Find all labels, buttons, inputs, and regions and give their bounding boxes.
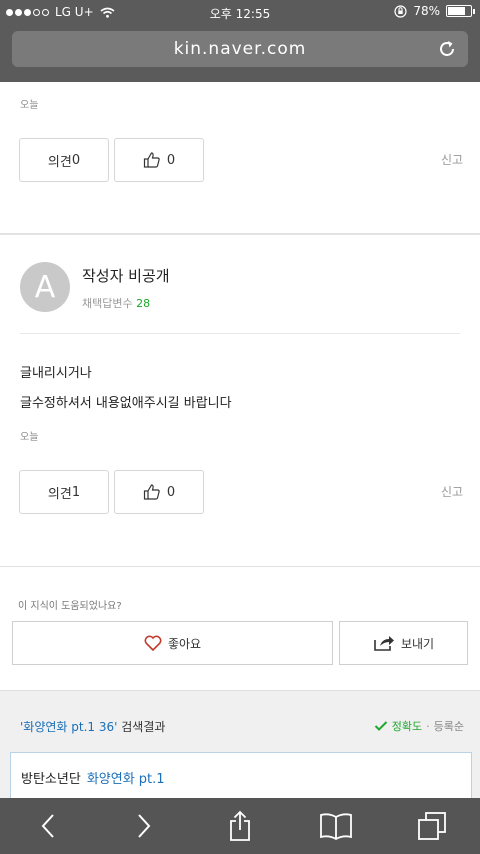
comment-count: 0 bbox=[71, 152, 81, 168]
book-icon bbox=[320, 813, 352, 840]
comment-count: 1 bbox=[71, 484, 81, 500]
author-meta: 채택답변수 28 bbox=[82, 295, 150, 311]
sort-options: 정확도 · 등록순 bbox=[374, 718, 464, 734]
answer-date: 오늘 bbox=[20, 100, 39, 111]
answer-date: 오늘 bbox=[20, 432, 39, 443]
address-bar[interactable]: kin.naver.com bbox=[12, 31, 468, 67]
thumbs-up-icon bbox=[143, 152, 160, 168]
browser-chrome: LG U+ 오후 12:55 78% kin.naver.com bbox=[0, 0, 480, 82]
share-page-button[interactable] bbox=[192, 798, 288, 854]
share-button[interactable]: 보내기 bbox=[339, 621, 468, 665]
answer-text-line-2: 글수정하셔서 내용없애주시길 바랍니다 bbox=[20, 396, 232, 411]
reload-icon[interactable] bbox=[436, 38, 458, 60]
answer-text-line-1: 글내리시거나 bbox=[20, 366, 92, 381]
like-feedback-button[interactable]: 좋아요 bbox=[12, 621, 333, 665]
avatar: A bbox=[20, 262, 70, 312]
comment-button[interactable]: 의견 0 bbox=[19, 138, 109, 182]
author-name: 작성자 비공개 bbox=[82, 267, 170, 285]
tabs-icon bbox=[418, 812, 446, 840]
checkmark-icon bbox=[374, 721, 387, 731]
card-prefix: 방탄소년단 bbox=[21, 772, 81, 787]
adopted-answers-count: 28 bbox=[136, 297, 151, 310]
like-button[interactable]: 0 bbox=[114, 470, 204, 514]
like-count: 0 bbox=[166, 484, 176, 500]
comment-label: 의견 bbox=[47, 154, 72, 170]
thumbs-up-icon bbox=[143, 484, 160, 500]
report-link[interactable]: 신고 bbox=[441, 483, 463, 500]
tabs-button[interactable] bbox=[384, 798, 480, 854]
share-label: 보내기 bbox=[400, 636, 435, 651]
rotation-lock-icon bbox=[394, 4, 407, 18]
battery-icon bbox=[446, 5, 475, 17]
comment-label: 의견 bbox=[47, 486, 72, 502]
card-highlight: 화양연화 pt.1 bbox=[86, 772, 165, 787]
section-divider bbox=[0, 233, 480, 235]
helpful-question: 이 지식이 도움되었나요? bbox=[18, 601, 122, 612]
adopted-answers-label: 채택답변수 bbox=[82, 297, 133, 310]
like-feedback-label: 좋아요 bbox=[167, 636, 202, 651]
battery-level bbox=[448, 7, 466, 15]
share-page-icon bbox=[230, 810, 250, 841]
chevron-left-icon bbox=[41, 814, 54, 838]
sort-accuracy[interactable]: 정확도 bbox=[392, 718, 422, 734]
battery-percent: 78% bbox=[413, 4, 440, 18]
sort-separator: · bbox=[426, 719, 430, 733]
author-divider bbox=[20, 333, 460, 334]
search-result-card-title: 방탄소년단 화양연화 pt.1 bbox=[21, 768, 165, 787]
bookmarks-button[interactable] bbox=[288, 798, 384, 854]
sort-recent[interactable]: 등록순 bbox=[434, 718, 464, 734]
heart-icon bbox=[144, 635, 162, 651]
forward-button[interactable] bbox=[96, 798, 192, 854]
search-result-title: '화양연화 pt.1 36' 검색결과 bbox=[20, 718, 165, 735]
chevron-right-icon bbox=[138, 814, 151, 838]
search-result-suffix: 검색결과 bbox=[117, 720, 166, 734]
status-right: 78% bbox=[394, 4, 475, 18]
search-result-card[interactable]: 방탄소년단 화양연화 pt.1 bbox=[10, 752, 472, 802]
status-bar: LG U+ 오후 12:55 78% bbox=[0, 0, 480, 26]
section-divider bbox=[0, 566, 480, 567]
search-query[interactable]: '화양연화 pt.1 36' bbox=[20, 720, 117, 734]
avatar-letter: A bbox=[34, 269, 56, 305]
back-button[interactable] bbox=[0, 798, 96, 854]
share-icon bbox=[374, 636, 394, 651]
report-link[interactable]: 신고 bbox=[441, 151, 463, 168]
like-count: 0 bbox=[166, 152, 176, 168]
comment-button[interactable]: 의견 1 bbox=[19, 470, 109, 514]
browser-toolbar bbox=[0, 798, 480, 854]
like-button[interactable]: 0 bbox=[114, 138, 204, 182]
url-text: kin.naver.com bbox=[173, 39, 307, 59]
